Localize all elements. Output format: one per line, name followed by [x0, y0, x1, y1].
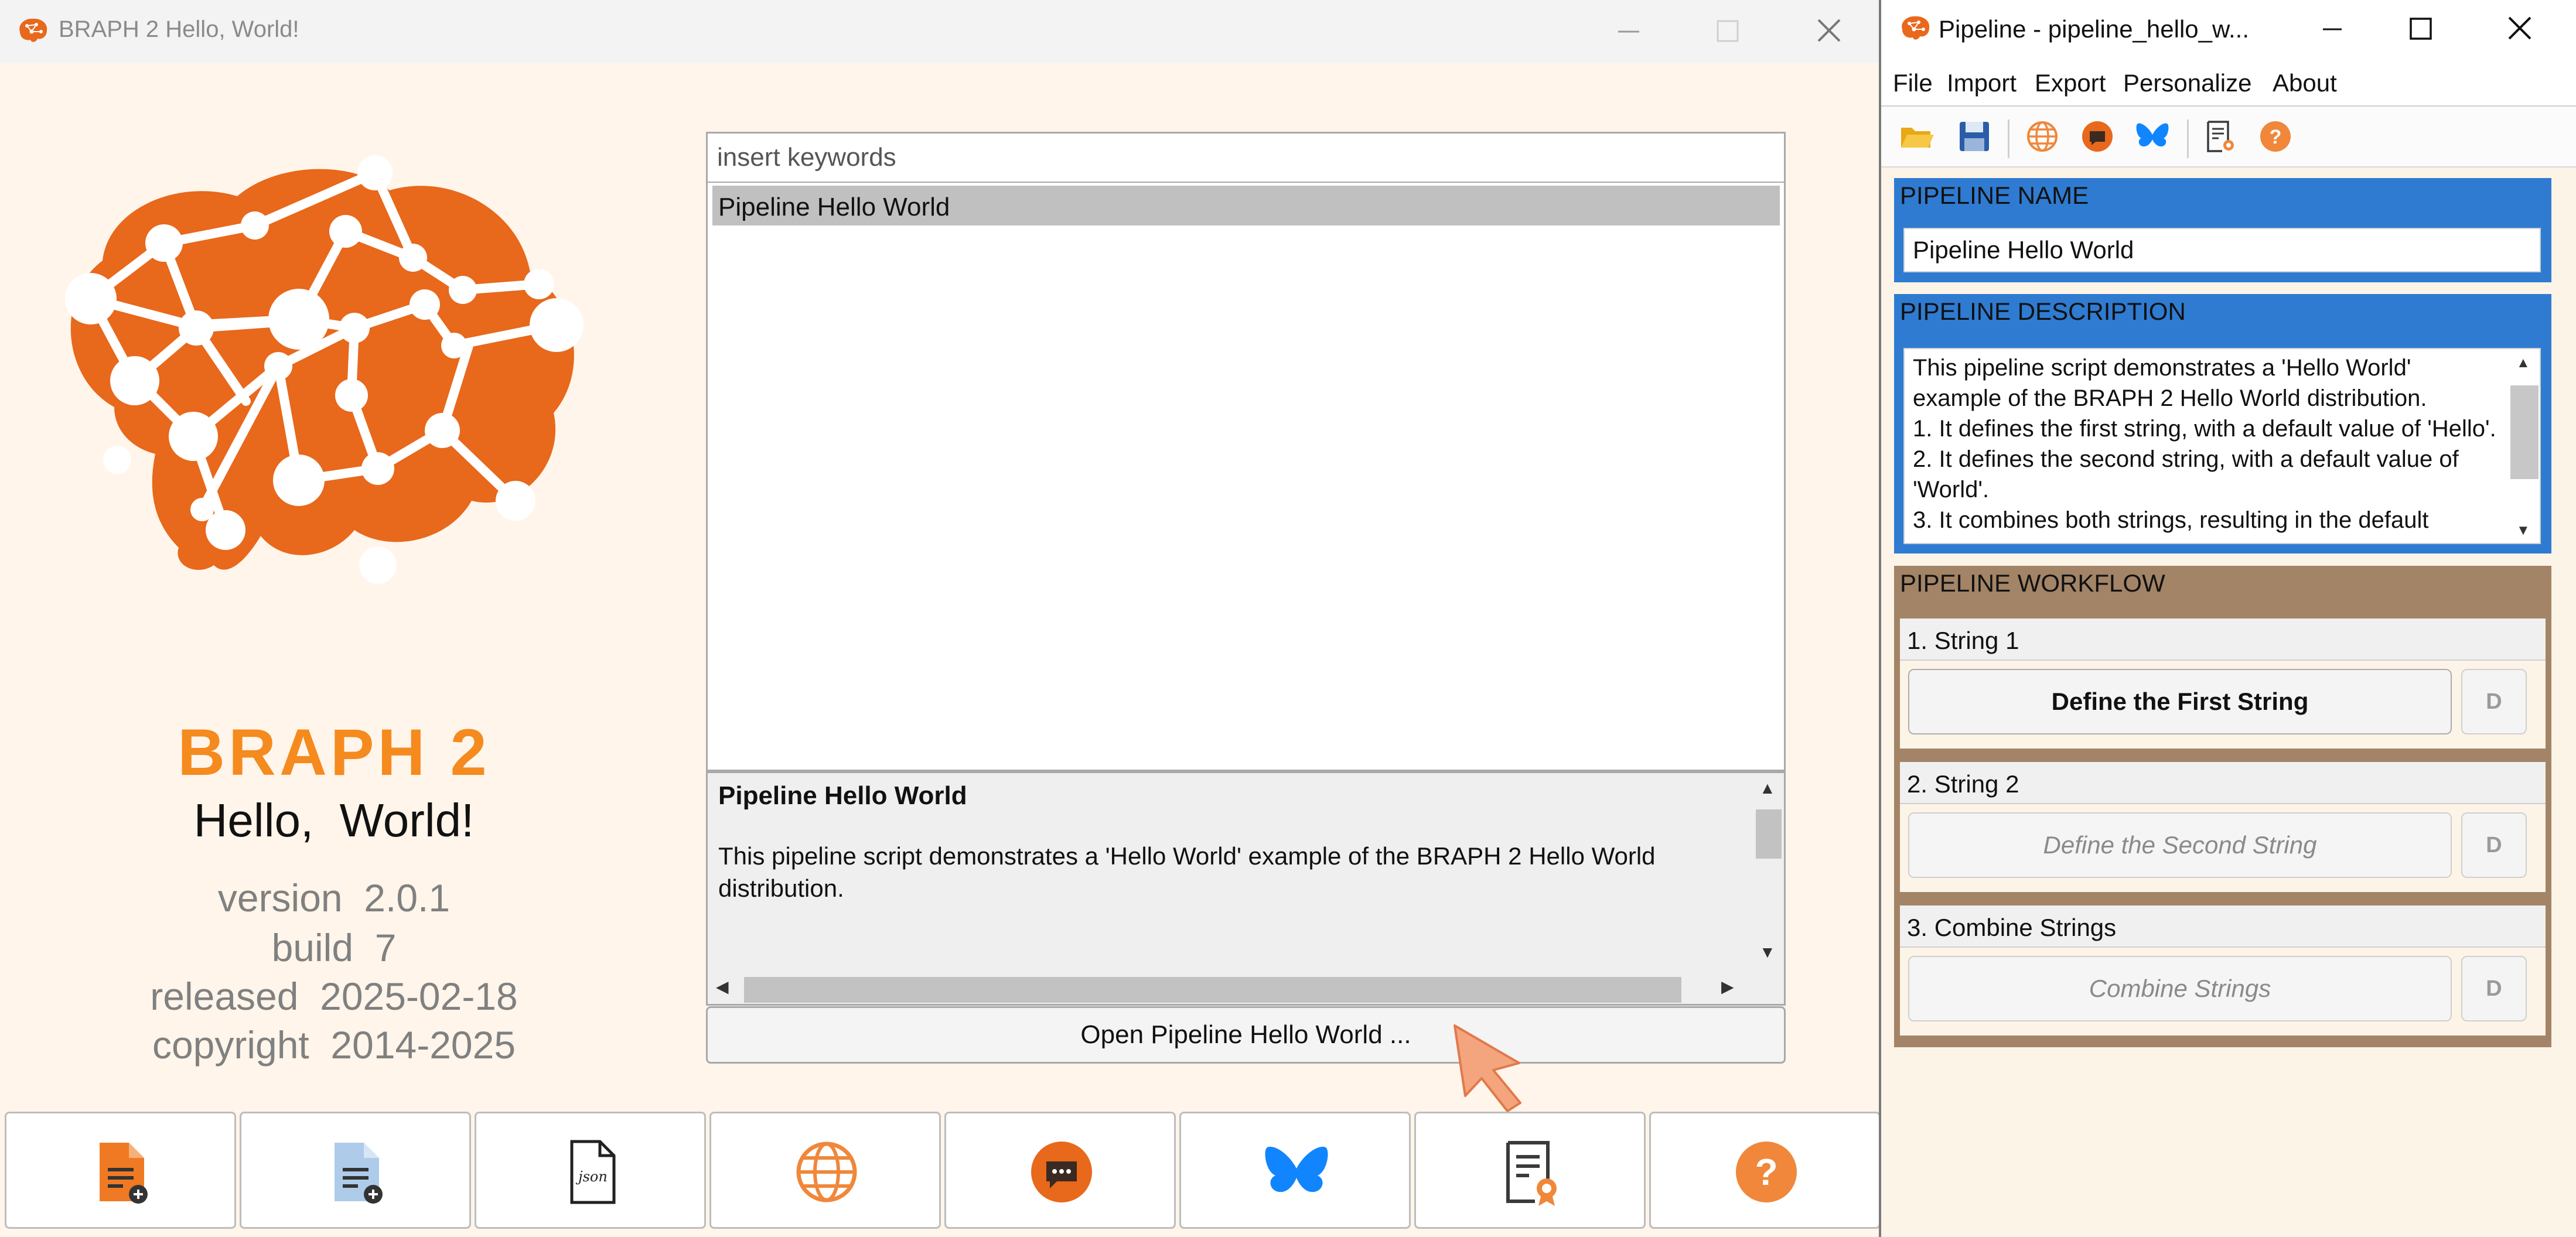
list-item[interactable]: Pipeline Hello World — [712, 186, 1780, 225]
help-icon: ? — [1736, 1142, 1797, 1202]
toolbar-separator — [2008, 119, 2009, 158]
pipeline-name-label: PIPELINE NAME — [1900, 182, 2089, 209]
pipeline-description-text: This pipeline script demonstrates a 'Hel… — [1913, 355, 2496, 533]
vertical-scrollbar[interactable]: ▲ ▼ — [2503, 349, 2540, 543]
mouse-cursor-icon — [1454, 1024, 1521, 1112]
new-pipeline-icon — [335, 1143, 383, 1204]
brand-name: BRAPH 2 — [178, 716, 490, 789]
scroll-down-icon[interactable]: ▼ — [1759, 943, 1776, 962]
combine-strings-button: Combine Strings — [1908, 956, 2452, 1021]
pipeline-window: Pipeline - pipeline_hello_w... File Impo… — [1879, 0, 2576, 1237]
scroll-thumb[interactable] — [2510, 385, 2539, 479]
vertical-scrollbar[interactable]: ▲ ▼ — [1749, 773, 1784, 972]
version-text: version 2.0.1 — [217, 876, 451, 920]
released-text: released 2025-02-18 — [150, 975, 518, 1018]
svg-text:?: ? — [1755, 1151, 1777, 1193]
brain-logo — [65, 155, 584, 584]
bluesky-icon — [1265, 1146, 1328, 1192]
menu-bar: File Import Export Personalize About — [1881, 59, 2576, 107]
open-pipeline-button[interactable]: Open Pipeline Hello World ... — [706, 1006, 1786, 1064]
json-tool-button[interactable]: json — [475, 1112, 706, 1229]
scroll-thumb[interactable] — [1756, 809, 1782, 859]
step-d-button: D — [2461, 956, 2527, 1021]
menu-file[interactable]: File — [1893, 69, 1933, 97]
help-icon[interactable]: ? — [2257, 118, 2294, 155]
workflow-step: 1. String 1 Define the First String D — [1900, 618, 2546, 749]
scroll-left-icon[interactable]: ◀ — [716, 977, 729, 996]
menu-about[interactable]: About — [2273, 69, 2337, 97]
pipeline-description-field[interactable]: This pipeline script demonstrates a 'Hel… — [1903, 348, 2541, 544]
pipeline-workflow-label: PIPELINE WORKFLOW — [1900, 569, 2165, 597]
define-first-string-button[interactable]: Define the First String — [1908, 669, 2452, 734]
menu-personalize[interactable]: Personalize — [2123, 69, 2251, 97]
workflow-step-title: 2. String 2 — [1900, 762, 2546, 804]
close-icon[interactable] — [1806, 11, 1852, 53]
maximize-icon[interactable] — [2397, 8, 2444, 50]
website-icon — [796, 1142, 857, 1202]
forum-icon[interactable] — [2079, 118, 2116, 155]
brain-app-icon — [1902, 16, 1930, 40]
scroll-right-icon[interactable]: ▶ — [1721, 977, 1734, 996]
scroll-up-icon[interactable]: ▲ — [1759, 779, 1776, 798]
main-titlebar: BRAPH 2 Hello, World! — [0, 0, 1879, 63]
pipeline-titlebar: Pipeline - pipeline_hello_w... — [1881, 0, 2576, 59]
save-icon[interactable] — [1956, 118, 1992, 155]
open-pipeline-tool-button[interactable] — [5, 1112, 236, 1229]
website-icon[interactable] — [2024, 118, 2060, 155]
menu-export[interactable]: Export — [2035, 69, 2106, 97]
pipeline-description-panel: PIPELINE DESCRIPTION This pipeline scrip… — [1894, 294, 2551, 553]
main-window-title: BRAPH 2 Hello, World! — [59, 16, 299, 42]
help-tool-button[interactable]: ? — [1649, 1112, 1879, 1229]
step-d-button: D — [2461, 812, 2527, 878]
pipeline-toolbar: ? — [1881, 107, 2576, 168]
scroll-up-icon[interactable]: ▲ — [2516, 355, 2530, 371]
bluesky-icon[interactable] — [2134, 118, 2171, 155]
license-icon[interactable] — [2202, 118, 2239, 155]
workflow-step-title: 3. Combine Strings — [1900, 905, 2546, 948]
scroll-down-icon[interactable]: ▼ — [2516, 522, 2530, 539]
bluesky-tool-button[interactable] — [1179, 1112, 1411, 1229]
horizontal-scrollbar[interactable]: ◀ ▶ — [708, 970, 1751, 1004]
pipeline-list: Pipeline Hello World — [706, 183, 1786, 771]
build-text: build 7 — [271, 926, 397, 969]
website-tool-button[interactable] — [709, 1112, 941, 1229]
description-text: This pipeline script demonstrates a 'Hel… — [718, 842, 1656, 902]
define-second-string-button: Define the Second String — [1908, 812, 2452, 878]
license-icon — [1506, 1141, 1557, 1206]
minimize-icon[interactable] — [2309, 8, 2356, 50]
maximize-icon[interactable] — [1704, 11, 1751, 53]
menu-import[interactable]: Import — [1947, 69, 2017, 97]
close-icon[interactable] — [2496, 8, 2543, 50]
pipeline-description-label: PIPELINE DESCRIPTION — [1900, 298, 2186, 325]
pipeline-name-field[interactable] — [1903, 228, 2541, 272]
brand-subtitle: Hello, World! — [193, 794, 475, 846]
svg-text:json: json — [575, 1168, 608, 1185]
forum-tool-button[interactable] — [944, 1112, 1176, 1229]
json-icon: json — [570, 1140, 616, 1204]
copyright-text: copyright 2014-2025 — [152, 1023, 516, 1067]
new-pipeline-tool-button[interactable] — [240, 1112, 471, 1229]
svg-text:?: ? — [2270, 126, 2282, 148]
pipeline-workflow-panel: PIPELINE WORKFLOW 1. String 1 Define the… — [1894, 566, 2551, 1047]
license-tool-button[interactable] — [1414, 1112, 1646, 1229]
search-input[interactable] — [706, 132, 1786, 183]
pipeline-description-box: Pipeline Hello World This pipeline scrip… — [706, 771, 1786, 1006]
minimize-icon[interactable] — [1605, 11, 1652, 53]
toolbar-separator — [2187, 119, 2189, 158]
workflow-step-title: 1. String 1 — [1900, 618, 2546, 661]
forum-icon — [1031, 1142, 1092, 1202]
step-d-button[interactable]: D — [2461, 669, 2527, 734]
scroll-thumb[interactable] — [744, 977, 1681, 1003]
pipeline-window-title: Pipeline - pipeline_hello_w... — [1939, 15, 2250, 43]
description-title: Pipeline Hello World — [718, 781, 967, 810]
brain-app-icon — [19, 18, 47, 42]
main-window: BRAPH 2 Hello, World! BRAPH 2 Hello, Wor… — [0, 0, 1879, 1237]
workflow-step: 2. String 2 Define the Second String D — [1900, 762, 2546, 892]
open-folder-icon[interactable] — [1899, 118, 1935, 155]
open-pipeline-icon — [100, 1143, 148, 1204]
pipeline-name-panel: PIPELINE NAME — [1894, 178, 2551, 282]
workflow-step: 3. Combine Strings Combine Strings D — [1900, 905, 2546, 1036]
